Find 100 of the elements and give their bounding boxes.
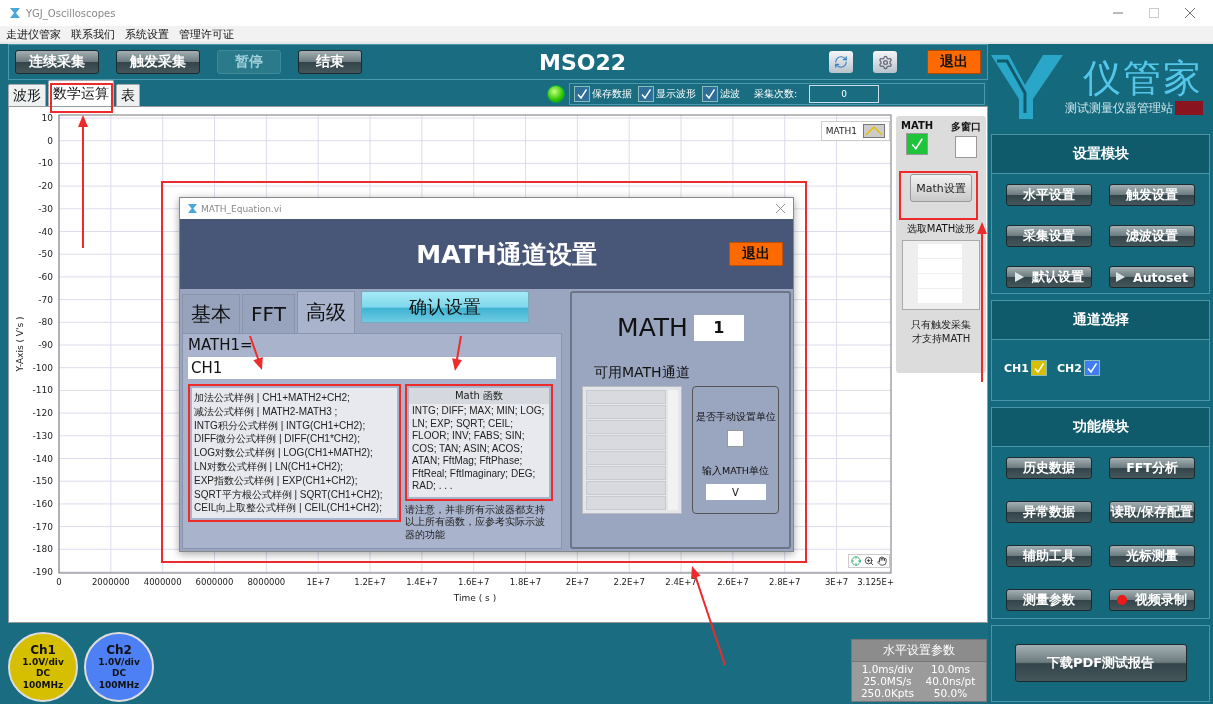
sidebar-button[interactable]: 历史数据 <box>1006 457 1092 480</box>
close-icon[interactable] <box>776 204 785 213</box>
axis-tick-label: 2000000 <box>91 577 130 587</box>
available-label: 可用MATH通道 <box>594 364 690 382</box>
channel-label: CH2 <box>1056 361 1082 375</box>
legend-label: MATH1 <box>825 126 857 136</box>
count-field[interactable]: 0 <box>809 85 880 103</box>
example-line: CEIL向上取整公式样例 | CEIL(CH1+CH2); <box>194 501 383 516</box>
axis-tick-label: -40 <box>38 226 53 237</box>
sidebar-button[interactable]: 采集设置 <box>1006 225 1092 248</box>
report-button[interactable]: 下载PDF测试报告 <box>1014 644 1187 683</box>
multi-window-checkbox[interactable] <box>955 136 977 158</box>
axis-tick-label: 6000000 <box>195 577 234 587</box>
toolbar-button[interactable]: 触发采集 <box>116 50 200 74</box>
axis-tick-label: -170 <box>32 521 53 532</box>
checkbox-label: 显示波形 <box>656 87 696 101</box>
sidebar-button[interactable]: 触发设置 <box>1109 184 1195 207</box>
record-dot-icon <box>1117 595 1127 606</box>
axis-tick-label: 1.4E+7 <box>406 577 438 587</box>
axis-tick-label: 2.4E+7 <box>665 577 697 587</box>
channel-badge[interactable]: Ch1 1.0V/div DC 100MHz <box>8 632 78 702</box>
checkbox-label: 滤波 <box>720 87 740 101</box>
sidebar-button[interactable]: 光标测量 <box>1109 545 1195 568</box>
axis-tick-label: -30 <box>38 203 53 214</box>
check-icon <box>640 88 652 100</box>
sidebar-button[interactable]: 滤波设置 <box>1109 225 1195 248</box>
logo-accent <box>1175 101 1203 116</box>
axis-tick-label: -180 <box>32 544 53 555</box>
axis-tick-label: 1.6E+7 <box>458 577 490 587</box>
channel-checkbox[interactable] <box>1030 360 1047 377</box>
axis-tick-label: 4000000 <box>143 577 182 587</box>
exit-button[interactable]: 退出 <box>927 50 981 74</box>
play-icon <box>1116 272 1125 283</box>
math-settings-button[interactable]: Math设置 <box>910 174 972 202</box>
sidebar-button[interactable]: 默认设置 <box>1006 266 1092 289</box>
waveform-list[interactable] <box>902 240 980 310</box>
param-value: 50.0% <box>932 687 969 699</box>
tab[interactable]: 高级 <box>296 291 355 333</box>
tab[interactable]: 波形 <box>8 84 46 106</box>
sidebar-button[interactable]: 辅助工具 <box>1006 545 1092 568</box>
example-line: SQRT平方根公式样例 | SQRT(CH1+CH2); <box>194 487 384 502</box>
expression-field[interactable]: CH1 <box>188 357 556 379</box>
refresh-button[interactable] <box>829 51 853 73</box>
dialog-title: MATH_Equation.vi <box>201 203 282 214</box>
play-icon <box>1014 272 1024 283</box>
sidebar-button[interactable]: FFT分析 <box>1109 457 1195 480</box>
axis-tick-label: 1.2E+7 <box>354 577 386 587</box>
menu-item[interactable]: 系统设置 <box>125 26 169 42</box>
compat-note: 请注意，并非所有示波器都支持以上所有函数，应参考实际示波器的功能 <box>405 503 546 541</box>
axis-tick-label: 10 <box>41 113 53 123</box>
tab[interactable]: FFT <box>242 294 295 333</box>
pan-icon[interactable] <box>877 556 887 566</box>
tab[interactable]: 基本 <box>182 294 240 333</box>
axis-title: Time ( s ) <box>453 593 497 603</box>
math-index-field[interactable]: 1 <box>693 314 744 341</box>
menu-item[interactable]: 联系我们 <box>71 26 115 42</box>
axis-tick-label: -10 <box>38 158 53 169</box>
exit-button[interactable]: 退出 <box>729 242 783 266</box>
annotation-arrow <box>452 335 462 371</box>
axis-tick-label: 8000000 <box>247 577 286 587</box>
panel-title: 水平设置参数 <box>852 640 986 662</box>
channel-bandwidth: 100MHz <box>98 679 140 691</box>
close-icon[interactable] <box>1185 8 1195 18</box>
example-line: INTG积分公式样例 | INTG(CH1+CH2); <box>194 418 367 433</box>
axis-tick-label: 3E+7 <box>824 577 849 587</box>
checkbox[interactable] <box>638 86 654 102</box>
channel-badge[interactable]: Ch2 1.0V/div DC 100MHz <box>84 632 154 702</box>
manual-unit-checkbox[interactable] <box>727 430 744 447</box>
zoom-icon[interactable] <box>864 556 874 566</box>
sidebar-button[interactable]: 视频录制 <box>1109 589 1195 612</box>
sidebar-button[interactable]: 读取/保存配置 <box>1109 501 1195 524</box>
sidebar-button[interactable]: 异常数据 <box>1006 501 1092 524</box>
channel-label: CH1 <box>1004 361 1029 375</box>
sidebar-button[interactable]: Autoset <box>1109 266 1195 289</box>
sidebar-button[interactable]: 测量参数 <box>1006 589 1092 612</box>
functions-title: Math 函数 <box>409 388 549 404</box>
unit-field[interactable]: V <box>705 484 766 500</box>
checkbox[interactable] <box>702 86 718 102</box>
axis-tick-label: -190 <box>32 567 53 577</box>
logo-subtitle: 测试测量仪器管理站 <box>1065 99 1173 117</box>
param-value: 25.0MS/s <box>862 675 913 687</box>
example-line: DIFF微分公式样例 | DIFF(CH1*CH2); <box>194 432 361 447</box>
settings-button[interactable] <box>873 51 897 73</box>
channel-name: Ch1 <box>30 643 56 658</box>
axis-tick-label: 3.125E+ <box>857 577 894 587</box>
menu-item[interactable]: 走进仪管家 <box>6 26 61 42</box>
channel-checkbox[interactable] <box>1083 360 1100 377</box>
confirm-button[interactable]: 确认设置 <box>360 291 529 323</box>
tab[interactable]: 表 <box>116 84 140 106</box>
toolbar-button[interactable]: 结束 <box>298 50 362 74</box>
channel-coupling: DC <box>35 668 51 680</box>
example-line: LN对数公式样例 | LN(CH1+CH2); <box>194 460 344 474</box>
math-note: 只有触发采集才支持MATH <box>910 318 972 346</box>
device-title: MSO22 <box>539 49 627 75</box>
math-checkbox[interactable] <box>906 133 929 155</box>
toolbar-button[interactable]: 连续采集 <box>15 50 99 74</box>
checkbox[interactable] <box>574 86 590 102</box>
check-icon <box>576 88 588 100</box>
sidebar-button[interactable]: 水平设置 <box>1006 184 1092 207</box>
menu-item[interactable]: 管理许可证 <box>179 26 234 42</box>
